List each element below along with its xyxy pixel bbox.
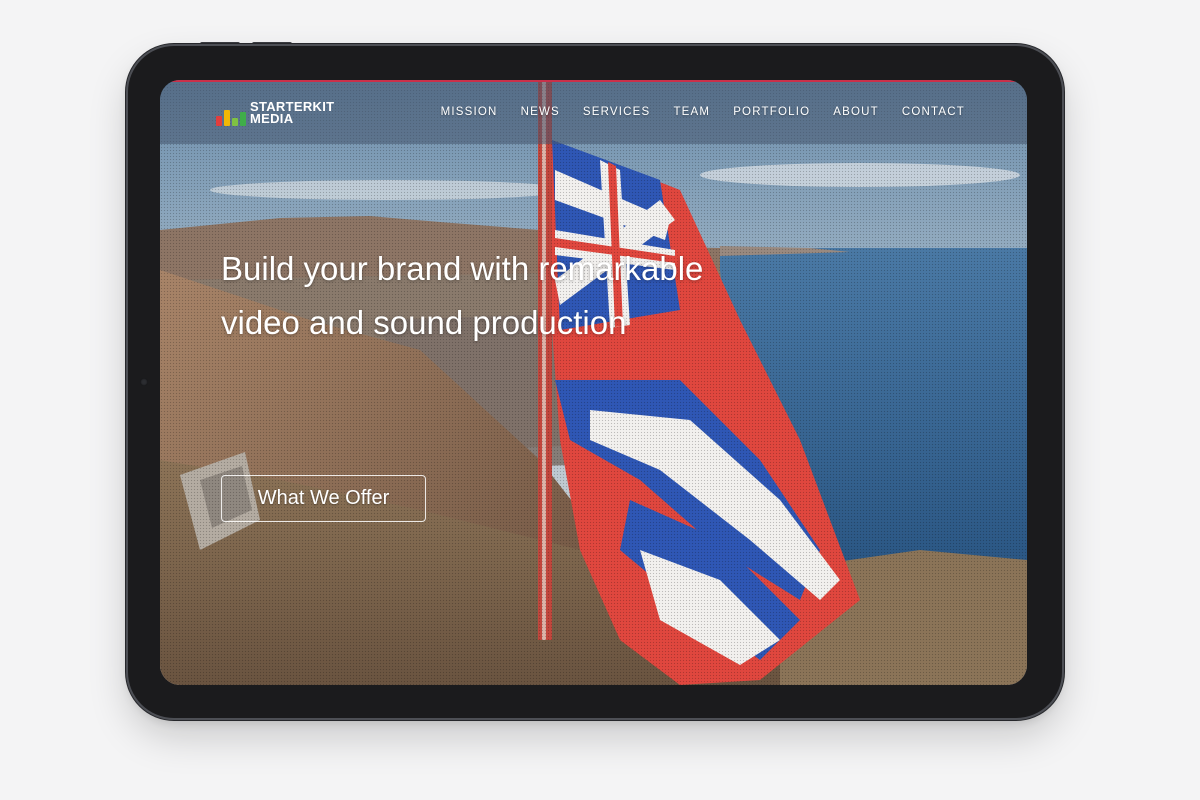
nav-item-news[interactable]: NEWS bbox=[521, 106, 560, 118]
nav-item-about[interactable]: ABOUT bbox=[833, 106, 879, 118]
nav-item-portfolio[interactable]: PORTFOLIO bbox=[733, 106, 810, 118]
nav-item-team[interactable]: TEAM bbox=[673, 106, 710, 118]
main-nav: MISSION NEWS SERVICES TEAM PORTFOLIO ABO… bbox=[441, 106, 965, 118]
nav-item-mission[interactable]: MISSION bbox=[441, 106, 498, 118]
nav-item-services[interactable]: SERVICES bbox=[583, 106, 651, 118]
logo-wordmark: STARTERKIT MEDIA bbox=[250, 100, 334, 126]
equalizer-logo-icon bbox=[216, 100, 246, 126]
camera-icon bbox=[140, 378, 148, 386]
site-navbar: STARTERKIT MEDIA MISSION NEWS SERVICES T… bbox=[160, 82, 1027, 144]
hero-title-line-2: video and sound production bbox=[221, 304, 627, 341]
hero-title: Build your brand with remarkable video a… bbox=[221, 242, 841, 350]
hero-background-image bbox=[160, 80, 1027, 685]
what-we-offer-button[interactable]: What We Offer bbox=[221, 475, 426, 522]
hero-title-line-1: Build your brand with remarkable bbox=[221, 250, 704, 287]
nav-item-contact[interactable]: CONTACT bbox=[902, 106, 965, 118]
site-logo[interactable]: STARTERKIT MEDIA bbox=[216, 100, 334, 126]
logo-line-2: MEDIA bbox=[250, 111, 294, 126]
tablet-screen: STARTERKIT MEDIA MISSION NEWS SERVICES T… bbox=[160, 80, 1027, 685]
